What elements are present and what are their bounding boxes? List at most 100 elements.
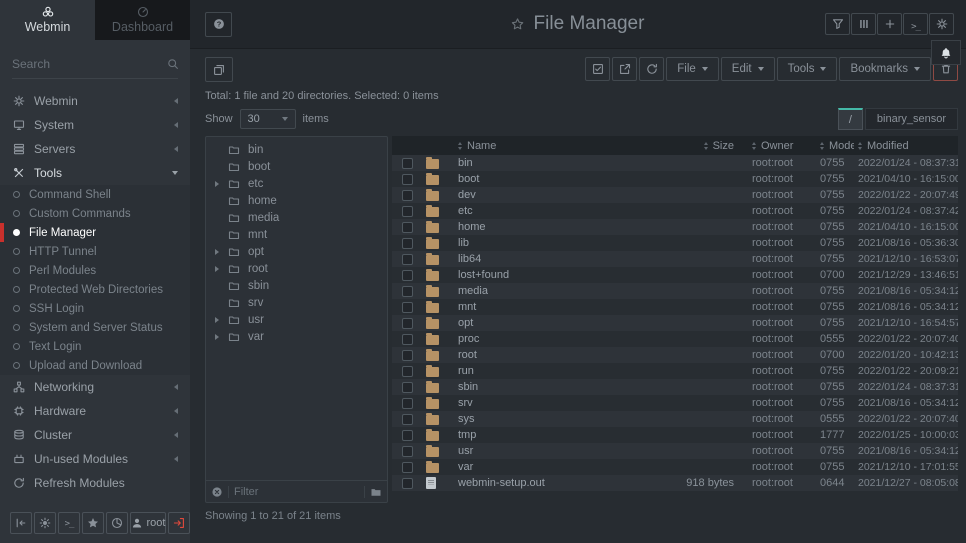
sidebar-item-text-login[interactable]: Text Login [0,337,190,356]
file-name[interactable]: etc [450,205,666,217]
tree-item-srv[interactable]: srv [206,294,387,311]
table-row-tmp[interactable]: tmp root:root 1777 2022/01/25 - 10:00:03 [392,427,958,443]
tree-item-mnt[interactable]: mnt [206,226,387,243]
plus-button[interactable] [877,13,902,35]
file-name[interactable]: tmp [450,429,666,441]
table-row-srv[interactable]: srv root:root 0755 2021/08/16 - 05:34:12 [392,395,958,411]
table-row-mnt[interactable]: mnt root:root 0755 2021/08/16 - 05:34:12 [392,299,958,315]
sidebar-section-refresh-modules[interactable]: Refresh Modules [0,471,190,495]
tree-item-bin[interactable]: bin [206,141,387,158]
table-row-usr[interactable]: usr root:root 0755 2021/08/16 - 05:34:12 [392,443,958,459]
table-row-home[interactable]: home root:root 0755 2021/04/10 - 16:15:0… [392,219,958,235]
table-row-dev[interactable]: dev root:root 0755 2022/01/22 - 20:07:49 [392,187,958,203]
sidebar-item-http-tunnel[interactable]: HTTP Tunnel [0,242,190,261]
paste-buffer-button[interactable] [205,57,233,82]
file-name[interactable]: proc [450,333,666,345]
terminal-button[interactable]: >_ [903,13,928,35]
breadcrumb-bookmark[interactable]: binary_sensor [865,108,958,130]
row-checkbox[interactable] [402,414,413,425]
table-row-sbin[interactable]: sbin root:root 0755 2022/01/24 - 08:37:3… [392,379,958,395]
file-name[interactable]: var [450,461,666,473]
sidebar-section-cluster[interactable]: Cluster [0,423,190,447]
table-row-root[interactable]: root root:root 0700 2022/01/20 - 10:42:1… [392,347,958,363]
expand-arrow-icon[interactable] [215,334,228,340]
search-input[interactable] [12,57,167,71]
table-row-lib64[interactable]: lib64 root:root 0755 2021/12/10 - 16:53:… [392,251,958,267]
table-row-webmin-setup-out[interactable]: webmin-setup.out 918 bytes root:root 064… [392,475,958,491]
sidebar-item-ssh-login[interactable]: SSH Login [0,299,190,318]
row-checkbox[interactable] [402,174,413,185]
tab-webmin[interactable]: Webmin [0,0,95,40]
row-checkbox[interactable] [402,238,413,249]
row-checkbox[interactable] [402,382,413,393]
table-row-sys[interactable]: sys root:root 0555 2022/01/22 - 20:07:40 [392,411,958,427]
sidebar-section-system[interactable]: System [0,113,190,137]
sidebar-section-tools[interactable]: Tools [0,161,190,185]
row-checkbox[interactable] [402,446,413,457]
sidebar-item-protected-web-directories[interactable]: Protected Web Directories [0,280,190,299]
sidebar-section-hardware[interactable]: Hardware [0,399,190,423]
stats-pie-button[interactable] [106,512,128,534]
tree-item-opt[interactable]: opt [206,243,387,260]
tree-item-etc[interactable]: etc [206,175,387,192]
tree-item-root[interactable]: root [206,260,387,277]
file-name[interactable]: lib [450,237,666,249]
items-per-page-select[interactable]: 30 [240,109,296,129]
open-with-button[interactable] [612,57,637,81]
column-header-mode[interactable]: Mode [806,140,854,152]
sidebar-item-upload-and-download[interactable]: Upload and Download [0,356,190,375]
column-header-name[interactable]: Name [450,140,666,152]
logout-button[interactable] [168,512,190,534]
table-row-boot[interactable]: boot root:root 0755 2021/04/10 - 16:15:0… [392,171,958,187]
clear-filter-icon[interactable] [211,486,223,498]
row-checkbox[interactable] [402,270,413,281]
sidebar-item-perl-modules[interactable]: Perl Modules [0,261,190,280]
sidebar-section-servers[interactable]: Servers [0,137,190,161]
breadcrumb-root[interactable]: / [838,108,863,130]
sidebar-item-file-manager[interactable]: File Manager [0,223,190,242]
refresh-button[interactable] [639,57,664,81]
file-name[interactable]: lib64 [450,253,666,265]
help-button[interactable]: ? [205,12,232,37]
file-name[interactable]: boot [450,173,666,185]
row-checkbox[interactable] [402,254,413,265]
tree-item-boot[interactable]: boot [206,158,387,175]
column-header-modified[interactable]: Modified [854,140,958,152]
menu-tools[interactable]: Tools [777,57,838,81]
file-name[interactable]: media [450,285,666,297]
row-checkbox[interactable] [402,286,413,297]
row-checkbox[interactable] [402,366,413,377]
row-checkbox[interactable] [402,302,413,313]
table-row-run[interactable]: run root:root 0755 2022/01/22 - 20:09:21 [392,363,958,379]
tree-item-home[interactable]: home [206,192,387,209]
file-name[interactable]: run [450,365,666,377]
filter-button[interactable] [825,13,850,35]
table-row-bin[interactable]: bin root:root 0755 2022/01/24 - 08:37:31 [392,155,958,171]
sidebar-section-networking[interactable]: Networking [0,375,190,399]
row-checkbox[interactable] [402,350,413,361]
file-name[interactable]: root [450,349,666,361]
file-name[interactable]: bin [450,157,666,169]
row-checkbox[interactable] [402,430,413,441]
file-name[interactable]: webmin-setup.out [450,477,666,489]
row-checkbox[interactable] [402,478,413,489]
tree-item-var[interactable]: var [206,328,387,345]
tree-item-media[interactable]: media [206,209,387,226]
sidebar-section-webmin[interactable]: Webmin [0,89,190,113]
table-row-etc[interactable]: etc root:root 0755 2022/01/24 - 08:37:42 [392,203,958,219]
tab-dashboard[interactable]: Dashboard [95,0,190,40]
column-header-owner[interactable]: Owner [738,140,806,152]
file-name[interactable]: usr [450,445,666,457]
sidebar-item-system-and-server-status[interactable]: System and Server Status [0,318,190,337]
table-row-lost-found[interactable]: lost+found root:root 0700 2021/12/29 - 1… [392,267,958,283]
row-checkbox[interactable] [402,222,413,233]
file-name[interactable]: srv [450,397,666,409]
file-name[interactable]: dev [450,189,666,201]
file-name[interactable]: mnt [450,301,666,313]
expand-arrow-icon[interactable] [215,249,228,255]
file-name[interactable]: home [450,221,666,233]
row-checkbox[interactable] [402,158,413,169]
collapse-sidebar-button[interactable] [10,512,32,534]
menu-edit[interactable]: Edit [721,57,775,81]
file-name[interactable]: sbin [450,381,666,393]
